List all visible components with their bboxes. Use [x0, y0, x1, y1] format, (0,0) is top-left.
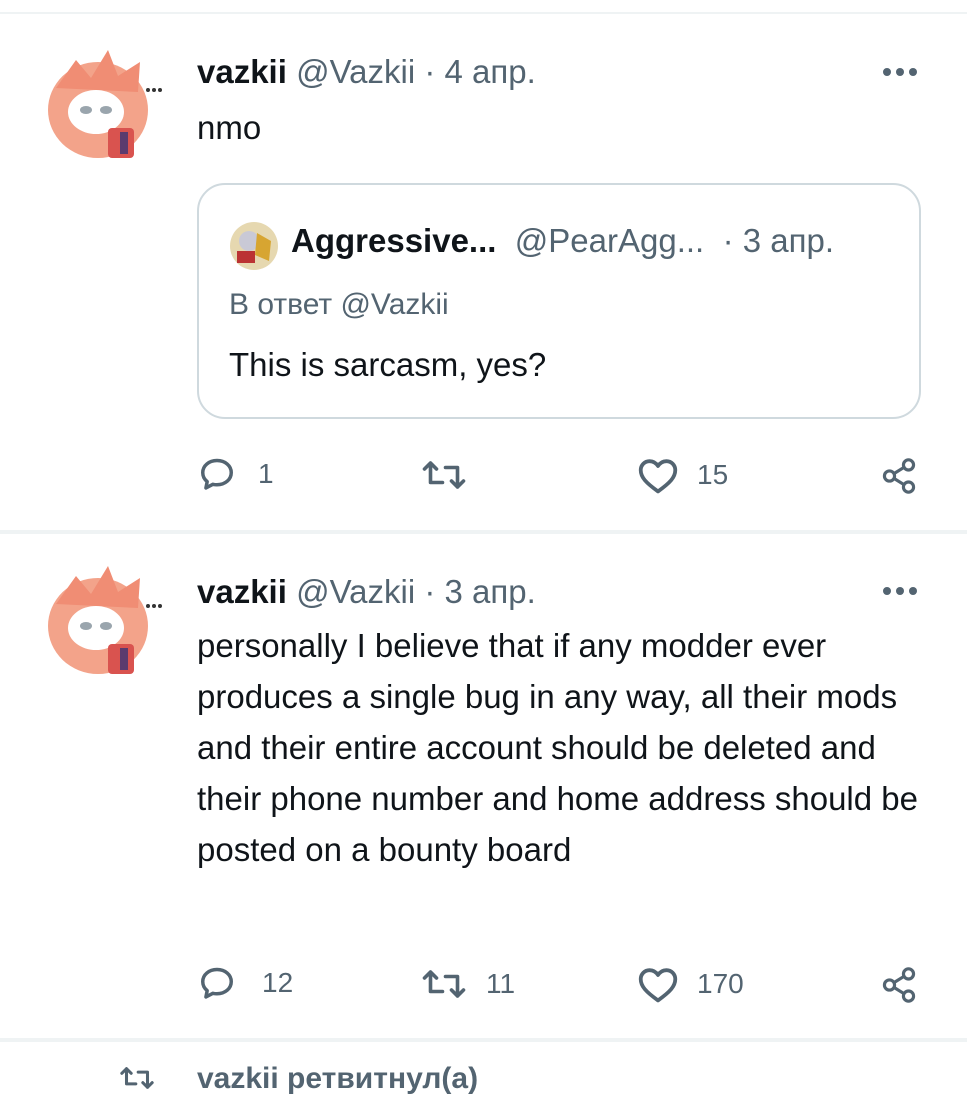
heart-icon	[638, 968, 678, 1003]
share-button[interactable]	[880, 966, 918, 1004]
retweet-icon	[422, 461, 466, 489]
quote-avatar	[230, 222, 278, 270]
reply-icon	[201, 458, 233, 490]
separator: ·	[722, 222, 734, 259]
retweet-icon	[422, 970, 466, 998]
more-icon[interactable]	[880, 62, 920, 82]
like-count: 170	[697, 968, 744, 999]
like-count: 15	[697, 459, 729, 490]
retweet-count: 11	[486, 968, 516, 999]
tweet-date[interactable]: 3 апр.	[445, 573, 536, 610]
share-icon	[882, 967, 916, 1003]
retweet-banner: vazkii ретвитнул(а)	[197, 1062, 479, 1095]
like-button[interactable]: 15	[637, 456, 728, 494]
share-icon	[882, 458, 916, 494]
reply-button[interactable]: 1	[198, 455, 274, 493]
tweet[interactable]: vazkii @Vazkii · 4 апр. nmo Aggressive..…	[0, 0, 967, 530]
retweet-button[interactable]: 11	[420, 966, 515, 1002]
share-button[interactable]	[880, 457, 918, 495]
tweet-date[interactable]: 4 апр.	[445, 53, 536, 90]
heart-icon	[638, 459, 678, 494]
tweet-header: vazkii @Vazkii · 3 апр.	[197, 572, 536, 612]
tweet[interactable]: vazkii @Vazkii · 3 апр. personally I bel…	[0, 534, 967, 1038]
quoted-tweet[interactable]: Aggressive... @PearAgg... · 3 апр. В отв…	[197, 183, 921, 419]
avatar[interactable]	[36, 556, 164, 684]
retweet-icon	[120, 1067, 154, 1089]
quote-text: This is sarcasm, yes?	[229, 346, 547, 383]
avatar[interactable]	[36, 40, 164, 168]
author-handle[interactable]: @Vazkii	[296, 53, 415, 90]
separator: ·	[424, 53, 436, 90]
reply-count: 1	[258, 458, 274, 489]
author-name[interactable]: vazkii	[197, 573, 287, 610]
author-handle[interactable]: @Vazkii	[296, 573, 415, 610]
quote-author-handle: @PearAgg...	[514, 222, 705, 259]
reply-count: 12	[262, 967, 294, 998]
like-button[interactable]: 170	[637, 965, 744, 1003]
author-name[interactable]: vazkii	[197, 53, 287, 90]
quote-reply-to: В ответ @Vazkii	[229, 288, 449, 321]
reply-icon	[201, 967, 233, 999]
quote-author-name: Aggressive...	[291, 222, 497, 259]
tweet-text: personally I believe that if any modder …	[197, 627, 918, 868]
quote-date: 3 апр.	[742, 222, 834, 259]
separator: ·	[424, 573, 436, 610]
tweet-header: vazkii @Vazkii · 4 апр.	[197, 52, 536, 92]
reply-button[interactable]: 12	[198, 964, 293, 1002]
tweet-divider	[0, 1038, 967, 1042]
more-icon[interactable]	[880, 581, 920, 601]
retweet-button[interactable]	[420, 457, 486, 493]
quote-header: Aggressive... @PearAgg... · 3 апр.	[291, 221, 834, 261]
tweet-text: nmo	[197, 109, 262, 146]
